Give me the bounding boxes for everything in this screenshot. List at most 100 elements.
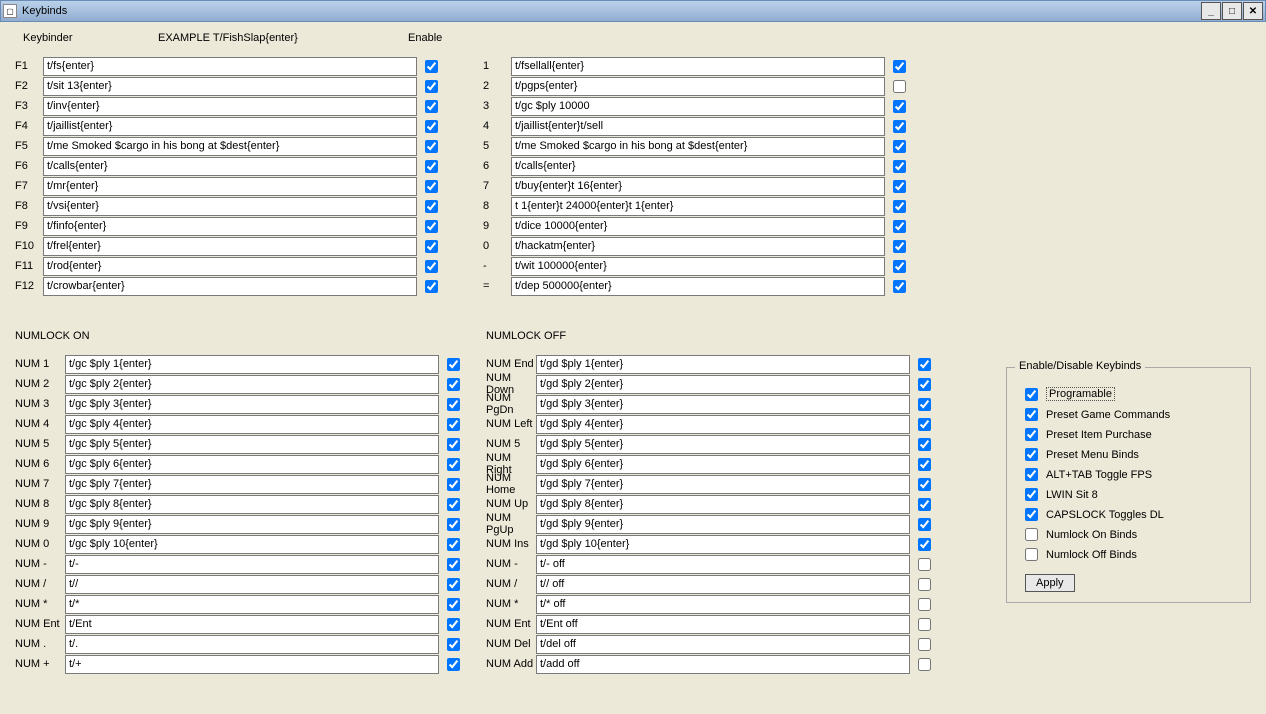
fkey-command-input[interactable] — [43, 257, 417, 276]
numrow-enable-checkbox[interactable] — [893, 80, 906, 93]
fkey-enable-checkbox[interactable] — [425, 180, 438, 193]
numlock-off-enable-checkbox[interactable] — [918, 518, 931, 531]
numrow-enable-checkbox[interactable] — [893, 100, 906, 113]
numlock-off-command-input[interactable] — [536, 575, 910, 594]
numlock-off-command-input[interactable] — [536, 375, 910, 394]
numlock-off-command-input[interactable] — [536, 395, 910, 414]
numlock-off-command-input[interactable] — [536, 355, 910, 374]
numlock-on-enable-checkbox[interactable] — [447, 558, 460, 571]
numlock-on-enable-checkbox[interactable] — [447, 438, 460, 451]
numrow-enable-checkbox[interactable] — [893, 140, 906, 153]
numrow-command-input[interactable] — [511, 117, 885, 136]
apply-button[interactable]: Apply — [1025, 574, 1075, 592]
numrow-command-input[interactable] — [511, 217, 885, 236]
numrow-command-input[interactable] — [511, 97, 885, 116]
numlock-off-enable-checkbox[interactable] — [918, 598, 931, 611]
groupbox-checkbox[interactable] — [1025, 528, 1038, 541]
fkey-enable-checkbox[interactable] — [425, 140, 438, 153]
fkey-enable-checkbox[interactable] — [425, 200, 438, 213]
fkey-command-input[interactable] — [43, 277, 417, 296]
numlock-on-command-input[interactable] — [65, 475, 439, 494]
numlock-on-enable-checkbox[interactable] — [447, 398, 460, 411]
numlock-off-command-input[interactable] — [536, 455, 910, 474]
fkey-command-input[interactable] — [43, 137, 417, 156]
numrow-enable-checkbox[interactable] — [893, 200, 906, 213]
numlock-on-enable-checkbox[interactable] — [447, 578, 460, 591]
numrow-command-input[interactable] — [511, 137, 885, 156]
numlock-off-enable-checkbox[interactable] — [918, 498, 931, 511]
numlock-on-enable-checkbox[interactable] — [447, 618, 460, 631]
numlock-off-command-input[interactable] — [536, 495, 910, 514]
minimize-button[interactable]: _ — [1201, 2, 1221, 20]
numlock-on-enable-checkbox[interactable] — [447, 638, 460, 651]
numrow-enable-checkbox[interactable] — [893, 120, 906, 133]
fkey-command-input[interactable] — [43, 217, 417, 236]
fkey-command-input[interactable] — [43, 197, 417, 216]
numlock-off-command-input[interactable] — [536, 435, 910, 454]
groupbox-checkbox[interactable] — [1025, 488, 1038, 501]
close-button[interactable]: ✕ — [1243, 2, 1263, 20]
numlock-on-command-input[interactable] — [65, 355, 439, 374]
numlock-off-enable-checkbox[interactable] — [918, 658, 931, 671]
numlock-on-enable-checkbox[interactable] — [447, 458, 460, 471]
fkey-enable-checkbox[interactable] — [425, 120, 438, 133]
numlock-off-enable-checkbox[interactable] — [918, 578, 931, 591]
numlock-on-enable-checkbox[interactable] — [447, 498, 460, 511]
groupbox-checkbox[interactable] — [1025, 548, 1038, 561]
numlock-on-enable-checkbox[interactable] — [447, 358, 460, 371]
fkey-enable-checkbox[interactable] — [425, 260, 438, 273]
numlock-off-enable-checkbox[interactable] — [918, 538, 931, 551]
numlock-off-enable-checkbox[interactable] — [918, 478, 931, 491]
numlock-on-enable-checkbox[interactable] — [447, 378, 460, 391]
numlock-on-command-input[interactable] — [65, 415, 439, 434]
maximize-button[interactable]: □ — [1222, 2, 1242, 20]
numlock-off-enable-checkbox[interactable] — [918, 418, 931, 431]
numlock-on-command-input[interactable] — [65, 595, 439, 614]
fkey-command-input[interactable] — [43, 117, 417, 136]
fkey-enable-checkbox[interactable] — [425, 280, 438, 293]
fkey-command-input[interactable] — [43, 97, 417, 116]
numlock-on-command-input[interactable] — [65, 375, 439, 394]
numrow-command-input[interactable] — [511, 177, 885, 196]
numlock-on-command-input[interactable] — [65, 515, 439, 534]
numrow-enable-checkbox[interactable] — [893, 260, 906, 273]
numlock-on-command-input[interactable] — [65, 555, 439, 574]
groupbox-checkbox[interactable] — [1025, 388, 1038, 401]
numlock-on-enable-checkbox[interactable] — [447, 518, 460, 531]
numlock-off-enable-checkbox[interactable] — [918, 358, 931, 371]
numlock-on-enable-checkbox[interactable] — [447, 418, 460, 431]
fkey-enable-checkbox[interactable] — [425, 100, 438, 113]
fkey-command-input[interactable] — [43, 237, 417, 256]
numrow-command-input[interactable] — [511, 77, 885, 96]
fkey-command-input[interactable] — [43, 57, 417, 76]
numlock-on-enable-checkbox[interactable] — [447, 538, 460, 551]
numlock-off-enable-checkbox[interactable] — [918, 618, 931, 631]
numlock-on-command-input[interactable] — [65, 615, 439, 634]
numlock-on-command-input[interactable] — [65, 435, 439, 454]
numlock-off-command-input[interactable] — [536, 415, 910, 434]
groupbox-checkbox[interactable] — [1025, 508, 1038, 521]
fkey-enable-checkbox[interactable] — [425, 240, 438, 253]
numrow-command-input[interactable] — [511, 197, 885, 216]
groupbox-checkbox[interactable] — [1025, 408, 1038, 421]
numlock-off-enable-checkbox[interactable] — [918, 398, 931, 411]
numrow-enable-checkbox[interactable] — [893, 280, 906, 293]
numrow-enable-checkbox[interactable] — [893, 60, 906, 73]
numlock-off-command-input[interactable] — [536, 615, 910, 634]
fkey-command-input[interactable] — [43, 177, 417, 196]
fkey-enable-checkbox[interactable] — [425, 80, 438, 93]
numlock-on-command-input[interactable] — [65, 575, 439, 594]
numrow-command-input[interactable] — [511, 57, 885, 76]
numlock-on-enable-checkbox[interactable] — [447, 598, 460, 611]
numlock-on-enable-checkbox[interactable] — [447, 478, 460, 491]
numrow-enable-checkbox[interactable] — [893, 220, 906, 233]
numlock-on-command-input[interactable] — [65, 535, 439, 554]
numlock-off-command-input[interactable] — [536, 535, 910, 554]
numlock-off-command-input[interactable] — [536, 635, 910, 654]
fkey-enable-checkbox[interactable] — [425, 160, 438, 173]
numlock-off-enable-checkbox[interactable] — [918, 438, 931, 451]
numlock-on-command-input[interactable] — [65, 395, 439, 414]
numlock-off-enable-checkbox[interactable] — [918, 458, 931, 471]
fkey-command-input[interactable] — [43, 77, 417, 96]
numlock-on-command-input[interactable] — [65, 495, 439, 514]
